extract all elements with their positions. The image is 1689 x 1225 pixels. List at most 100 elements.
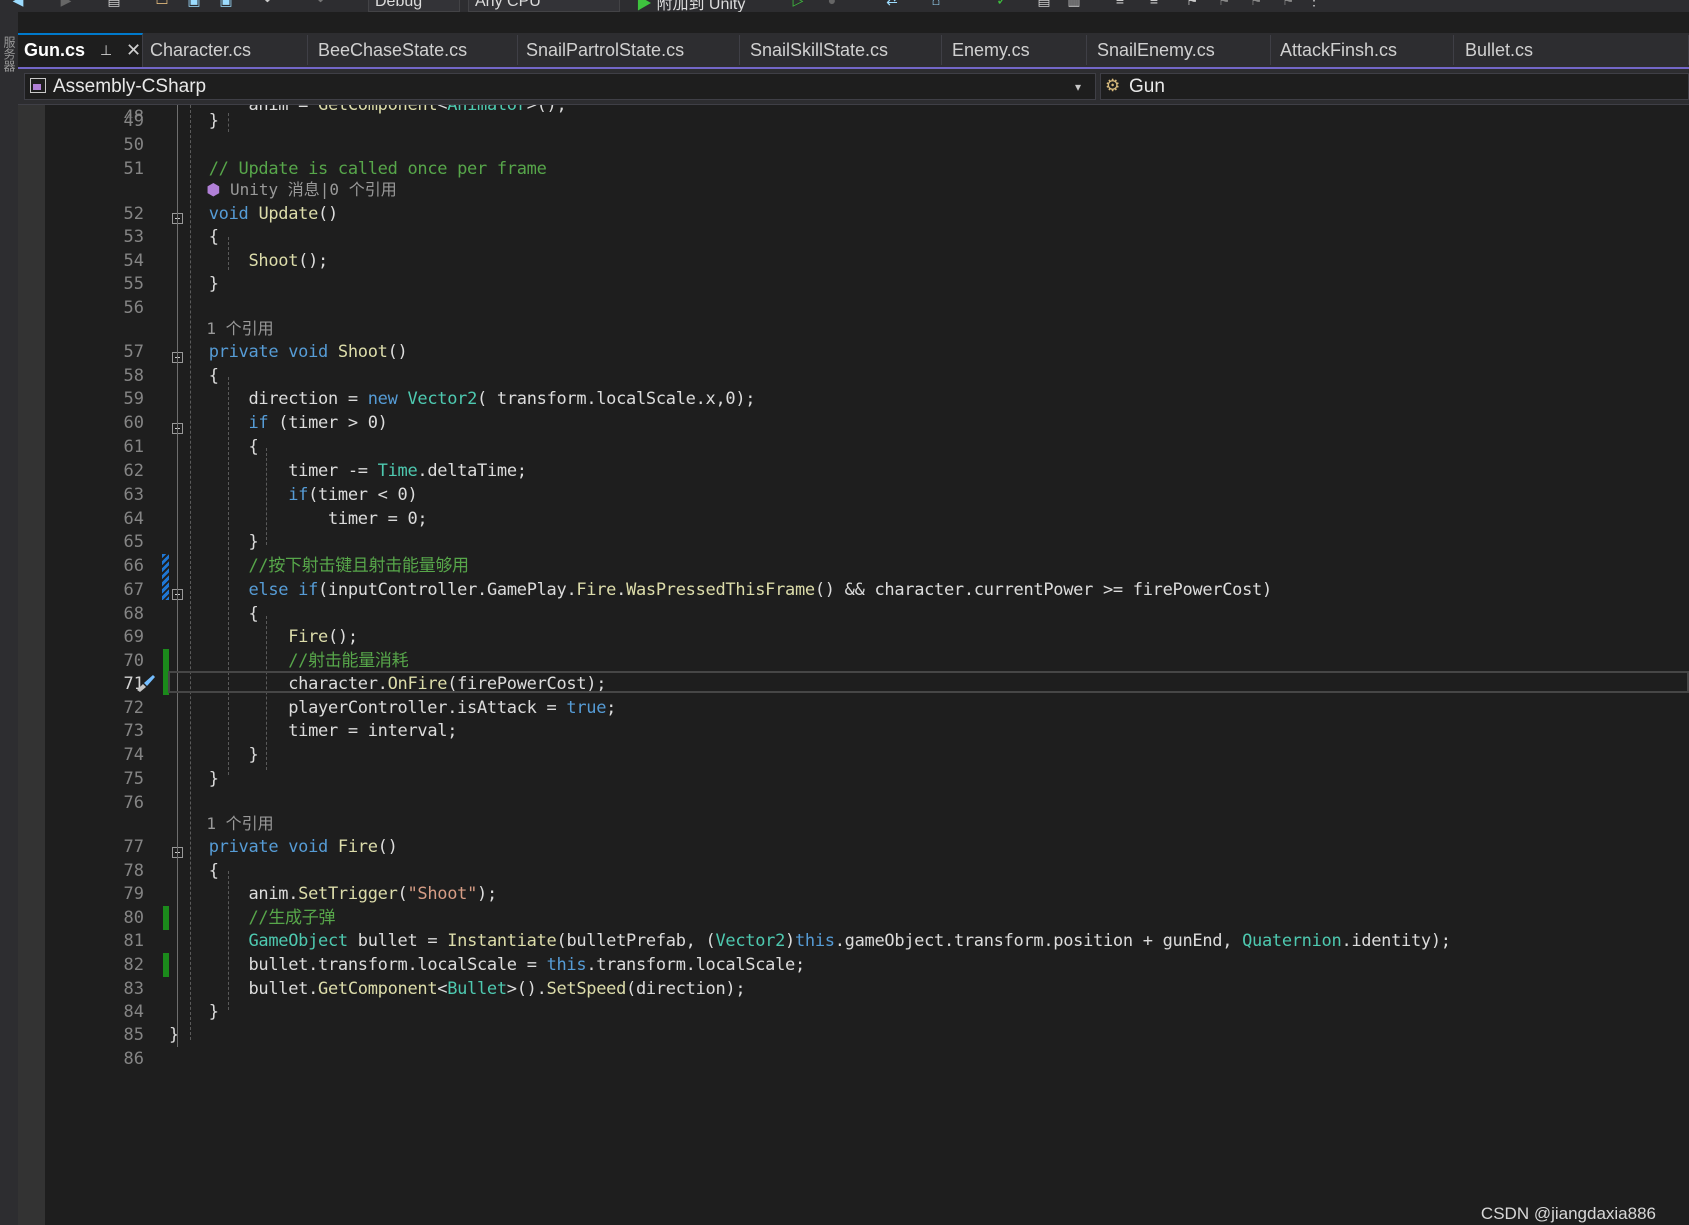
code-token: ; <box>794 955 805 975</box>
code-line[interactable]: 67 else if(inputController.GamePlay.Fire… <box>18 578 1689 603</box>
code-line[interactable]: 75 } <box>18 767 1689 792</box>
code-line[interactable]: 61 { <box>18 435 1689 460</box>
tab-gun[interactable]: Gun.cs ⊥ ✕ <box>18 33 143 67</box>
code-line[interactable]: 69 Fire(); <box>18 625 1689 650</box>
code-lens[interactable]: 1 个引用 <box>206 318 273 340</box>
start-without-debugging-icon[interactable]: ▷ <box>790 0 806 8</box>
code-line[interactable]: 86 <box>18 1047 1689 1072</box>
code-line[interactable]: 62 timer -= Time.deltaTime; <box>18 459 1689 484</box>
code-line[interactable]: 80 //生成子弹 <box>18 906 1689 931</box>
keyword: void <box>288 342 328 362</box>
pin-icon[interactable]: ⊥ <box>100 35 112 65</box>
code-line[interactable]: 59 direction = new Vector2( transform.lo… <box>18 387 1689 412</box>
new-item-icon[interactable]: ▤ <box>106 0 122 8</box>
check-icon[interactable]: ✓ <box>994 0 1010 8</box>
code-line[interactable]: 60 if (timer > 0) <box>18 411 1689 436</box>
save-icon[interactable]: ▣ <box>186 0 202 8</box>
code-line[interactable]: 83 bullet.GetComponent<Bullet>().SetSpee… <box>18 977 1689 1002</box>
project-dropdown[interactable]: Assembly-CSharp ▾ <box>24 73 1096 100</box>
outdent-icon[interactable]: ≡ <box>1112 0 1128 8</box>
code-line[interactable]: 53 { <box>18 225 1689 250</box>
type-name: Vector2 <box>407 389 478 409</box>
comment-icon[interactable]: ▤ <box>1036 0 1052 8</box>
solution-platform-dropdown[interactable]: Any CPU <box>468 0 620 12</box>
code-line[interactable]: 52 void Update() <box>18 202 1689 227</box>
tab-character[interactable]: Character.cs <box>144 35 308 65</box>
line-number: 70 <box>123 651 144 671</box>
navigate-forward-icon[interactable]: ▶ <box>58 0 74 8</box>
code-lens[interactable]: ⬢ Unity 消息|0 个引用 <box>206 179 396 201</box>
code-line[interactable]: 54 Shoot(); <box>18 249 1689 274</box>
clear-bookmarks-icon[interactable]: ⚑ <box>1280 0 1296 8</box>
comment: //生成子弹 <box>248 908 336 928</box>
navigate-back-icon[interactable]: ◀ <box>10 0 26 8</box>
code-line[interactable]: 50 <box>18 133 1689 158</box>
tab-snail-partrol-state[interactable]: SnailPartrolState.cs <box>520 35 740 65</box>
code-line[interactable]: 77 private void Fire() <box>18 835 1689 860</box>
indent-icon[interactable]: ≡ <box>1146 0 1162 8</box>
browser-link-icon[interactable]: ⇄ <box>884 0 900 8</box>
reference-count: 1 个引用 <box>206 814 274 833</box>
quick-actions-brush-icon[interactable] <box>133 673 157 693</box>
tab-snail-enemy[interactable]: SnailEnemy.cs <box>1091 35 1271 65</box>
code-line[interactable]: 49 } <box>18 109 1689 134</box>
code-line[interactable]: 64 timer = 0; <box>18 507 1689 532</box>
code-line[interactable]: 84 } <box>18 1000 1689 1025</box>
line-number: 67 <box>123 580 144 600</box>
code-token: = <box>347 389 358 409</box>
code-line[interactable]: 57 private void Shoot() <box>18 340 1689 365</box>
code-line[interactable]: 72 playerController.isAttack = true; <box>18 696 1689 721</box>
code-line[interactable]: 74 } <box>18 743 1689 768</box>
code-line[interactable]: 65 } <box>18 530 1689 555</box>
code-line[interactable]: 81 GameObject bullet = Instantiate(bulle… <box>18 929 1689 954</box>
line-number: 78 <box>123 861 144 881</box>
identifier: transform <box>596 955 686 975</box>
uncomment-icon[interactable]: ▥ <box>1066 0 1082 8</box>
next-bookmark-icon[interactable]: ⚑ <box>1248 0 1264 8</box>
code-token: { <box>208 861 219 881</box>
code-text: playerController.isAttack = true; <box>169 696 616 721</box>
code-lens[interactable]: 1 个引用 <box>206 813 273 835</box>
close-icon[interactable]: ✕ <box>126 35 141 65</box>
tab-attack-finsh[interactable]: AttackFinsh.cs <box>1274 35 1454 65</box>
code-line[interactable]: 58 { <box>18 364 1689 389</box>
attach-to-unity-button[interactable]: ▶ 附加到 Unity <box>636 0 745 12</box>
tab-bee-chase-state[interactable]: BeeChaseState.cs <box>312 35 518 65</box>
code-line[interactable]: 68 { <box>18 602 1689 627</box>
code-editor[interactable]: 48 anim = GetComponent<Animator>(); 49 } 5… <box>18 105 1689 1225</box>
saved-change-marker <box>163 953 169 977</box>
code-line[interactable]: 85} <box>18 1023 1689 1048</box>
code-line[interactable]: 79 anim.SetTrigger("Shoot"); <box>18 882 1689 907</box>
toolbar-overflow-icon[interactable]: ⋮ <box>1306 0 1322 8</box>
code-line[interactable]: 66 //按下射击键且射击能量够用 <box>18 554 1689 579</box>
open-folder-icon[interactable]: ▭ <box>154 0 170 8</box>
code-line[interactable]: 82 bullet.transform.localScale = this.tr… <box>18 953 1689 978</box>
code-line[interactable]: 63 if(timer < 0) <box>18 483 1689 508</box>
solution-configuration-dropdown[interactable]: Debug <box>368 0 460 12</box>
code-line[interactable]: 73 timer = interval; <box>18 719 1689 744</box>
stop-icon[interactable]: ● <box>824 0 840 8</box>
code-line[interactable]: 55 } <box>18 272 1689 297</box>
type-dropdown[interactable]: ⚙ Gun <box>1100 73 1689 100</box>
tab-bullet[interactable]: Bullet.cs <box>1459 35 1689 65</box>
bookmark-icon[interactable]: ⚑ <box>1184 0 1200 8</box>
identifier: bullet <box>357 931 418 951</box>
code-text: Shoot(); <box>169 249 328 274</box>
redo-icon[interactable]: ↷ <box>310 0 326 8</box>
code-token: 0; <box>407 509 428 529</box>
code-line[interactable]: 78 { <box>18 859 1689 884</box>
save-all-icon[interactable]: ▣ <box>218 0 234 8</box>
tab-enemy[interactable]: Enemy.cs <box>946 35 1087 65</box>
unity-message-icon: ⬢ <box>206 180 230 199</box>
hot-reload-icon[interactable]: ⌂ <box>928 0 944 8</box>
prev-bookmark-icon[interactable]: ⚑ <box>1216 0 1232 8</box>
tab-snail-skill-state[interactable]: SnailSkillState.cs <box>744 35 942 65</box>
server-explorer-tab[interactable]: 服务器 <box>1 36 18 72</box>
undo-icon[interactable]: ↶ <box>262 0 278 8</box>
